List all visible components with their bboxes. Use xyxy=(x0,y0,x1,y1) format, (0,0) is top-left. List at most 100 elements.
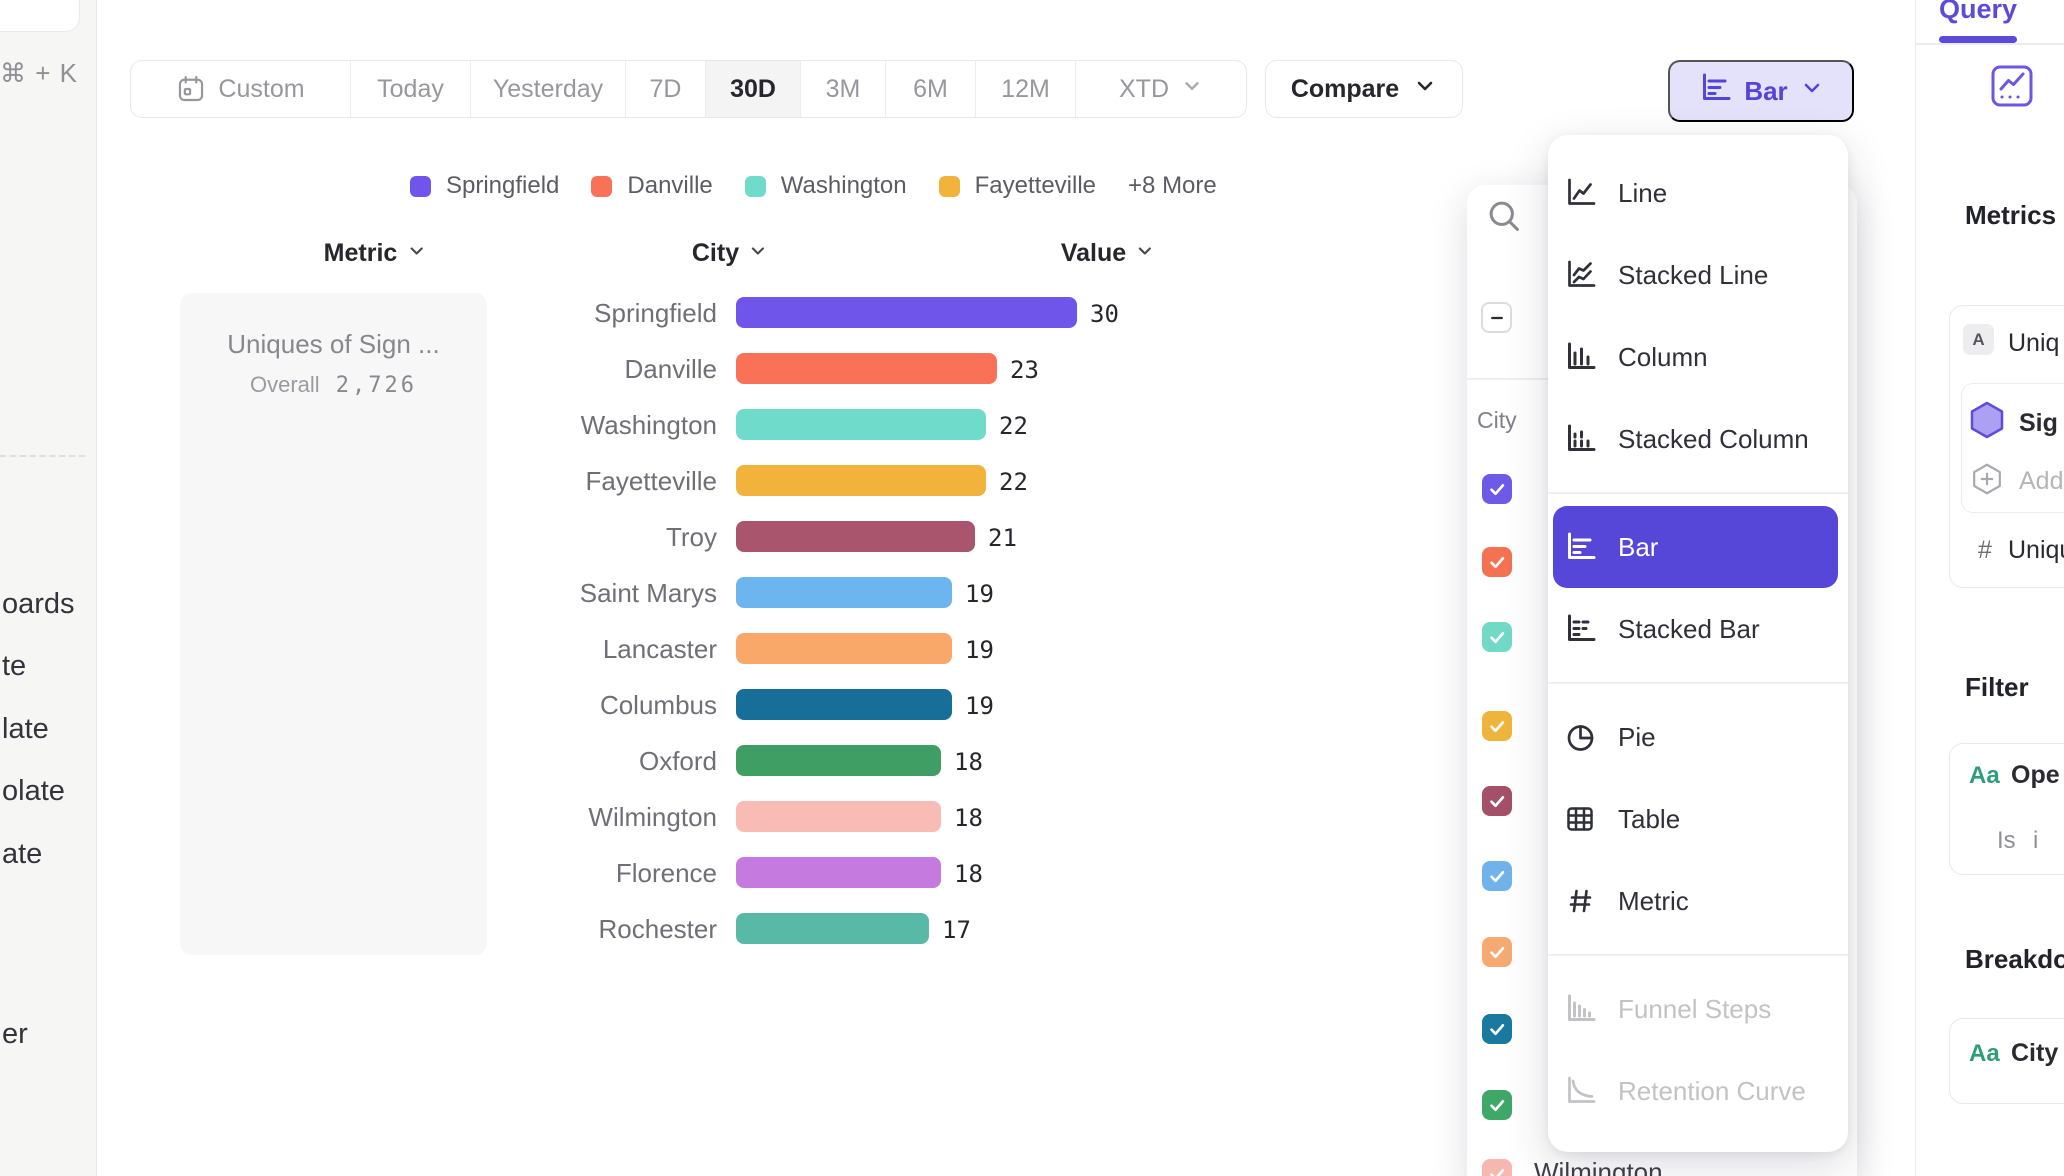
metric-card[interactable]: Uniques of Sign ... Overall 2,726 xyxy=(180,293,487,955)
column-icon xyxy=(1563,340,1597,374)
menu-item-label: Pie xyxy=(1618,722,1656,753)
unique-row-label[interactable]: Uniqu xyxy=(2008,536,2064,565)
city-checkbox[interactable] xyxy=(1482,711,1512,741)
bar-value: 22 xyxy=(999,412,1028,440)
bar-label: Danville xyxy=(457,354,717,384)
sidebar-item-oards[interactable]: oards xyxy=(2,588,75,621)
sidebar-item-er[interactable]: er xyxy=(2,1018,28,1051)
bar[interactable] xyxy=(736,801,941,832)
bar[interactable] xyxy=(736,857,941,888)
city-checkbox[interactable] xyxy=(1482,937,1512,967)
chevron-down-icon xyxy=(1800,76,1824,100)
filter-operator[interactable]: Is xyxy=(1997,827,2016,855)
bar-label: Columbus xyxy=(457,690,717,720)
range-label: 12M xyxy=(1001,75,1050,104)
legend-item-fayetteville[interactable]: Fayetteville xyxy=(939,172,1096,200)
range-3m[interactable]: 3M xyxy=(801,61,886,117)
add-metric-hexagon-icon[interactable] xyxy=(1968,460,2006,503)
check-icon xyxy=(1486,1018,1508,1040)
value-column-header[interactable]: Value xyxy=(1061,239,1155,268)
city-checkbox[interactable] xyxy=(1482,1090,1512,1120)
search-icon[interactable] xyxy=(1485,197,1523,240)
saved-metric-name[interactable]: Sig xyxy=(2019,409,2058,438)
bar[interactable] xyxy=(736,297,1077,328)
range-today[interactable]: Today xyxy=(351,61,471,117)
menu-item-column[interactable]: Column xyxy=(1548,316,1848,398)
menu-item-line[interactable]: Line xyxy=(1548,152,1848,234)
metric-event-name[interactable]: Uniq xyxy=(2008,329,2059,358)
menu-item-table[interactable]: Table xyxy=(1548,778,1848,860)
sidebar-search-card[interactable] xyxy=(0,0,80,32)
metric-column-header[interactable]: Metric xyxy=(324,239,427,268)
menu-item-metric[interactable]: Metric xyxy=(1548,860,1848,942)
menu-item-stacked-bar[interactable]: Stacked Bar xyxy=(1548,588,1848,670)
chevron-down-icon xyxy=(748,241,768,261)
city-checkbox[interactable] xyxy=(1482,622,1512,652)
city-column-header[interactable]: City xyxy=(692,239,768,268)
add-metric-hexagon-icon[interactable] xyxy=(1968,460,2006,498)
range-yesterday[interactable]: Yesterday xyxy=(471,61,626,117)
breakdown-property-name[interactable]: City xyxy=(2011,1039,2058,1068)
check-icon xyxy=(1486,865,1508,887)
insights-chart-icon[interactable] xyxy=(1990,64,2034,113)
menu-item-bar[interactable]: Bar xyxy=(1553,506,1838,588)
legend-item-danville[interactable]: Danville xyxy=(591,172,712,200)
city-checkbox[interactable] xyxy=(1482,474,1512,504)
select-all-checkbox[interactable] xyxy=(1481,302,1512,333)
sidebar-item-late[interactable]: late xyxy=(2,713,49,746)
search-icon[interactable] xyxy=(1485,197,1523,235)
menu-item-pie[interactable]: Pie xyxy=(1548,696,1848,778)
menu-item-stacked-column[interactable]: Stacked Column xyxy=(1548,398,1848,480)
bar[interactable] xyxy=(736,577,952,608)
city-checkbox[interactable] xyxy=(1482,786,1512,816)
range-30d[interactable]: 30D xyxy=(706,61,801,117)
city-checkbox[interactable] xyxy=(1482,1159,1512,1176)
legend-item-washington[interactable]: Washington xyxy=(745,172,907,200)
sidebar-item-ate[interactable]: ate xyxy=(2,838,42,871)
bar-value: 21 xyxy=(988,524,1017,552)
filter-property-name[interactable]: Ope xyxy=(2011,761,2060,790)
city-checkbox[interactable] xyxy=(1482,861,1512,891)
check-icon xyxy=(1486,626,1508,648)
bar[interactable] xyxy=(736,745,941,776)
bar-value: 22 xyxy=(999,468,1028,496)
range-xtd[interactable]: XTD xyxy=(1076,61,1246,117)
filter-value[interactable]: i xyxy=(2033,827,2038,855)
legend-item-springfield[interactable]: Springfield xyxy=(410,172,559,200)
metric-card-title: Uniques of Sign ... xyxy=(180,329,487,360)
range-12m[interactable]: 12M xyxy=(976,61,1076,117)
range-label: 7D xyxy=(650,75,682,104)
event-type-badge: A xyxy=(1963,324,1994,355)
bar[interactable] xyxy=(736,353,997,384)
compare-button[interactable]: Compare xyxy=(1265,60,1463,118)
chart-type-trigger-label: Bar xyxy=(1744,76,1787,107)
bar-icon xyxy=(1563,530,1597,564)
bar[interactable] xyxy=(736,409,986,440)
stacked-bar-icon xyxy=(1563,612,1597,646)
menu-item-label: Line xyxy=(1618,178,1667,209)
insights-chart-icon[interactable] xyxy=(1990,64,2034,108)
sidebar-item-olate[interactable]: olate xyxy=(2,775,65,808)
bar[interactable] xyxy=(736,689,952,720)
range-custom[interactable]: Custom xyxy=(131,61,351,117)
legend-swatch xyxy=(939,176,960,197)
legend-more-label[interactable]: +8 More xyxy=(1128,172,1217,200)
city-checkbox[interactable] xyxy=(1482,547,1512,577)
tab-query[interactable]: Query xyxy=(1939,0,2017,25)
bar-label: Lancaster xyxy=(457,634,717,664)
range-7d[interactable]: 7D xyxy=(626,61,706,117)
menu-item-stacked-line[interactable]: Stacked Line xyxy=(1548,234,1848,316)
bar-label: Springfield xyxy=(457,298,717,328)
city-checkbox[interactable] xyxy=(1482,1014,1512,1044)
bar[interactable] xyxy=(736,465,986,496)
bar[interactable] xyxy=(736,913,929,944)
sidebar-item-te[interactable]: te xyxy=(2,650,26,683)
query-panel: Query Metrics A Uniq Sig Add # Uniqu Fil… xyxy=(1915,0,2064,1176)
bar-label: Troy xyxy=(457,522,717,552)
range-6m[interactable]: 6M xyxy=(886,61,976,117)
add-metric-label[interactable]: Add xyxy=(2019,467,2063,496)
bar[interactable] xyxy=(736,633,952,664)
bar[interactable] xyxy=(736,521,975,552)
range-label: Yesterday xyxy=(493,75,603,104)
chart-type-trigger-button[interactable]: Bar xyxy=(1668,60,1854,122)
